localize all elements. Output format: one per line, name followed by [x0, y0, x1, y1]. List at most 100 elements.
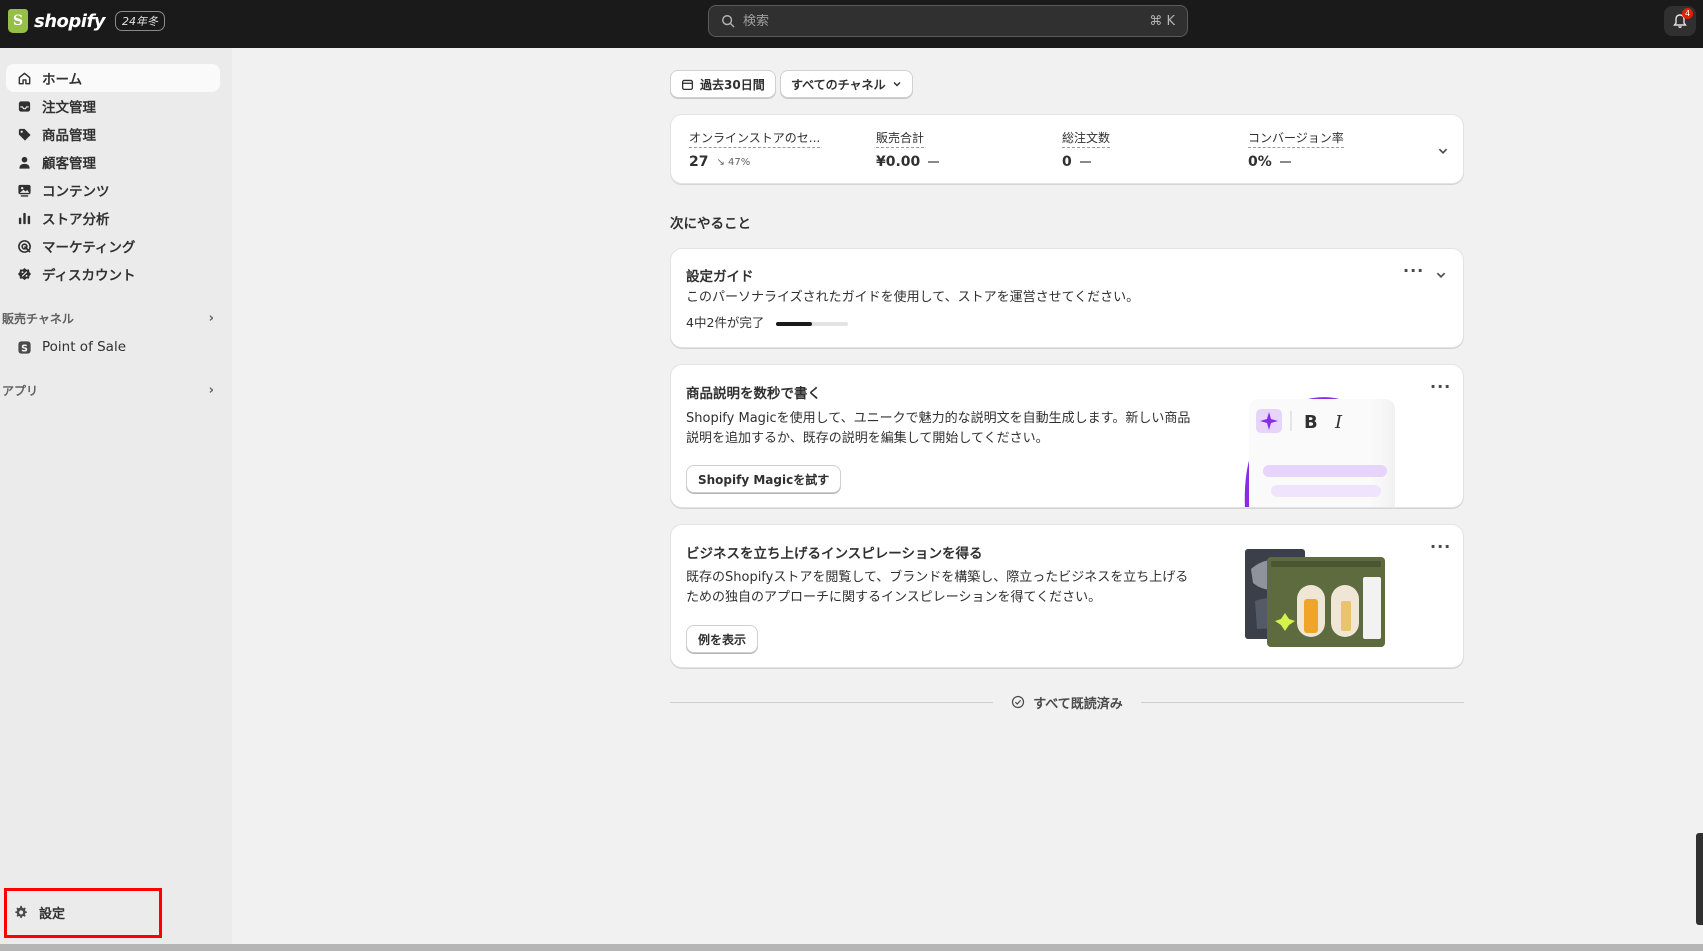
discount-icon: [16, 266, 32, 282]
next-tasks-heading: 次にやること: [670, 216, 751, 232]
sidebar-item-home[interactable]: ホーム: [6, 64, 220, 92]
tag-icon: [16, 126, 32, 142]
magic-desc-line-2: 説明を追加するか、既存の説明を編集して開始してください。: [686, 431, 1049, 446]
metric-value: 0%: [1248, 154, 1272, 170]
search-input[interactable]: [743, 13, 1150, 29]
edition-badge: 24年冬: [115, 11, 166, 31]
metrics-card: オンラインストアのセ... 27 ↘ 47% 販売合計 ¥0.00 総注文数 0…: [670, 114, 1464, 184]
sidebar-item-label: 商品管理: [42, 128, 96, 144]
apps-header[interactable]: アプリ ›: [2, 380, 218, 400]
horizontal-scrollbar[interactable]: [0, 944, 1703, 951]
date-range-label: 過去30日間: [700, 77, 765, 92]
top-bar: shopify 24年冬 ⌘ K 4: [0, 0, 1703, 48]
date-range-button[interactable]: 過去30日間: [670, 70, 776, 98]
sidebar-item-settings[interactable]: 設定: [6, 896, 156, 928]
logo-text: shopify: [34, 10, 106, 32]
sidebar-item-label: マーケティング: [42, 240, 136, 256]
side-panel-handle[interactable]: [1696, 833, 1703, 925]
chevron-down-icon: [893, 81, 901, 87]
check-circle-icon: [1012, 695, 1025, 709]
no-change-dash: [1079, 161, 1091, 163]
sidebar: ホーム 注文管理 商品管理 顧客管理 コンテンツ ストア分析 マーケティング デ…: [0, 48, 232, 944]
search-icon: [722, 15, 735, 28]
sales-channels-header[interactable]: 販売チャネル ›: [2, 308, 218, 328]
illus-bold-label: B: [1304, 412, 1318, 433]
channel-filter-label: すべてのチャネル: [791, 77, 886, 92]
divider-line: [1140, 701, 1465, 703]
sidebar-item-point-of-sale[interactable]: S Point of Sale: [6, 333, 220, 361]
no-change-dash: [928, 161, 940, 163]
channel-filter-button[interactable]: すべてのチャネル: [780, 70, 913, 98]
more-actions-icon[interactable]: ···: [1403, 261, 1424, 280]
metric-change: ↘ 47%: [716, 156, 751, 168]
apps-label: アプリ: [2, 383, 39, 398]
chevron-right-icon: ›: [208, 310, 214, 326]
calendar-icon: [681, 79, 694, 90]
search-shortcut: ⌘ K: [1149, 13, 1175, 29]
illus-italic-label: I: [1334, 412, 1343, 433]
sidebar-item-discounts[interactable]: ディスカウント: [6, 260, 220, 288]
inspiration-desc-line-1: 既存のShopifyストアを閲覧して、ブランドを構築し、際立ったビジネスを立ち上…: [686, 570, 1189, 585]
sidebar-item-products[interactable]: 商品管理: [6, 120, 220, 148]
sidebar-item-orders[interactable]: 注文管理: [6, 92, 220, 120]
shopify-bag-icon: [8, 9, 28, 33]
person-icon: [16, 154, 32, 170]
metric-conversion-rate[interactable]: コンバージョン率 0%: [1248, 129, 1344, 170]
setup-progress-fill: [776, 321, 813, 326]
setup-guide-progress: 4中2件が完了: [686, 312, 849, 331]
magic-card-title: 商品説明を数秒で書く: [686, 386, 821, 402]
store-examples-illustration: [1245, 549, 1385, 647]
inbox-icon: [16, 98, 32, 114]
sidebar-item-label: Point of Sale: [42, 339, 127, 355]
metric-total-sales[interactable]: 販売合計 ¥0.00: [876, 129, 940, 170]
metric-label: 販売合計: [876, 129, 925, 148]
metric-online-sessions[interactable]: オンラインストアのセ... 27 ↘ 47%: [689, 129, 821, 170]
target-icon: [16, 238, 32, 254]
metric-label: コンバージョン率: [1248, 129, 1344, 148]
inspiration-card-description: 既存のShopifyストアを閲覧して、ブランドを構築し、際立ったビジネスを立ち上…: [686, 568, 1206, 608]
magic-desc-line-1: Shopify Magicを使用して、ユニークで魅力的な説明文を自動生成します。…: [686, 411, 1191, 426]
sidebar-item-label: コンテンツ: [42, 184, 110, 200]
pos-icon: S: [16, 339, 32, 355]
all-read-divider: すべて既読済み: [670, 692, 1465, 712]
divider-line: [670, 701, 994, 703]
setup-progress-bar: [776, 321, 849, 326]
try-shopify-magic-button[interactable]: Shopify Magicを試す: [686, 465, 842, 493]
search-bar[interactable]: ⌘ K: [708, 5, 1188, 37]
inspiration-desc-line-2: ための独自のアプローチに関するインスピレーションを得てください。: [686, 590, 1102, 605]
sidebar-item-customers[interactable]: 顧客管理: [6, 148, 220, 176]
chevron-down-icon[interactable]: [1435, 269, 1447, 281]
metric-value: ¥0.00: [876, 154, 921, 170]
all-read-indicator: すべて既読済み: [993, 693, 1141, 712]
sidebar-item-marketing[interactable]: マーケティング: [6, 232, 220, 260]
sidebar-item-analytics[interactable]: ストア分析: [6, 204, 220, 232]
setup-progress-text: 4中2件が完了: [686, 315, 765, 330]
settings-label: 設定: [39, 906, 66, 922]
gear-icon: [14, 905, 29, 920]
chart-icon: [16, 210, 32, 226]
sidebar-item-content[interactable]: コンテンツ: [6, 176, 220, 204]
inspiration-card-title: ビジネスを立ち上げるインスピレーションを得る: [686, 546, 983, 562]
setup-guide-description: このパーソナライズされたガイドを使用して、ストアを運営させてください。: [686, 290, 1140, 305]
notifications-button[interactable]: 4: [1664, 6, 1696, 36]
sidebar-item-label: 顧客管理: [42, 156, 96, 172]
metric-label: オンラインストアのセ...: [689, 129, 821, 148]
more-actions-icon[interactable]: ···: [1430, 537, 1451, 556]
sidebar-item-label: 注文管理: [42, 100, 96, 116]
notification-count-badge: 4: [1682, 8, 1693, 19]
more-actions-icon[interactable]: ···: [1430, 377, 1451, 396]
svg-text:S: S: [21, 343, 28, 354]
magic-editor-illustration: B I: [1244, 397, 1395, 507]
metric-total-orders[interactable]: 総注文数 0: [1062, 129, 1111, 170]
chevron-down-icon[interactable]: [1437, 145, 1449, 157]
metric-value: 27: [689, 154, 709, 170]
view-examples-button[interactable]: 例を表示: [686, 625, 759, 653]
magic-card-description: Shopify Magicを使用して、ユニークで魅力的な説明文を自動生成します。…: [686, 409, 1206, 449]
sidebar-item-label: ストア分析: [42, 212, 110, 228]
image-icon: [16, 182, 32, 198]
sidebar-item-label: ホーム: [42, 72, 83, 88]
home-icon: [16, 70, 32, 86]
no-change-dash: [1279, 161, 1291, 163]
shopify-logo[interactable]: shopify 24年冬: [8, 9, 166, 33]
sales-channels-label: 販売チャネル: [2, 311, 74, 326]
